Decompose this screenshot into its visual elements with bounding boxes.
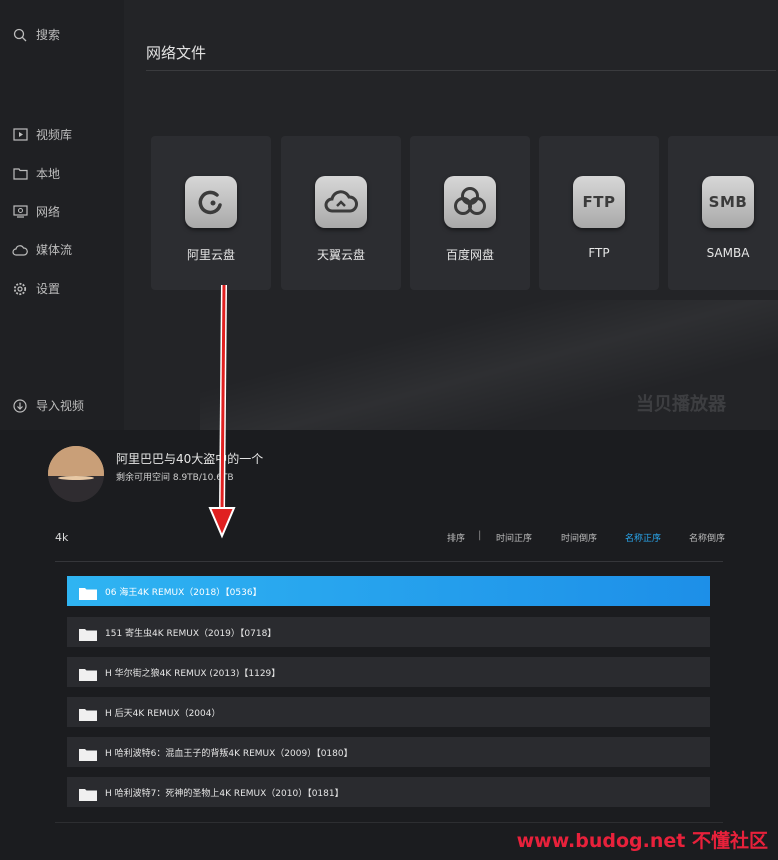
site-watermark: www.budog.net 不懂社区 bbox=[516, 830, 768, 852]
annotation-arrow bbox=[208, 284, 236, 539]
